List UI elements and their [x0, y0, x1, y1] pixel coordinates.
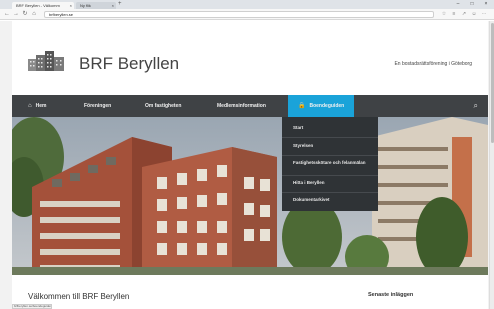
url-text: brfberyllen.se — [49, 12, 74, 17]
website: BRF Beryllen En bostadsrättsförening i G… — [12, 21, 488, 309]
home-icon: ⌂ — [28, 103, 32, 109]
site-title[interactable]: BRF Beryllen — [79, 54, 179, 74]
forward-icon[interactable]: → — [12, 10, 20, 19]
hero-image — [12, 117, 488, 275]
close-tab-icon[interactable]: × — [112, 2, 114, 9]
page-scrollbar[interactable] — [489, 21, 494, 309]
lock-icon: 🔒 — [298, 103, 306, 109]
url-input[interactable]: brfberyllen.se — [44, 11, 434, 18]
nav-item-boendeguiden[interactable]: 🔒 Boendeguiden — [288, 95, 355, 117]
more-icon[interactable]: ⋯ — [480, 10, 488, 19]
nav-item-medlemsinformation[interactable]: Medlemsinformation — [217, 95, 266, 117]
status-bar: brfberyllen.se/boendeguiden/ — [12, 304, 52, 309]
reload-icon[interactable]: ↻ — [21, 10, 29, 19]
dropdown-item-styrelsen[interactable]: Styrelsen — [293, 143, 373, 149]
back-icon[interactable]: ← — [3, 10, 11, 19]
nav-item-foreningen[interactable]: Föreningen — [84, 95, 111, 117]
nav-label: Boendeguiden — [309, 103, 345, 109]
favorites-icon[interactable]: ≡ — [450, 10, 458, 19]
tab-title: Ny flik — [80, 3, 91, 8]
dropdown-divider — [282, 155, 378, 156]
close-tab-icon[interactable]: × — [70, 2, 72, 9]
close-icon[interactable]: × — [480, 0, 492, 9]
browser-tab-inactive[interactable]: Ny flik × — [76, 2, 116, 9]
browser-tab-bar: BRF Beryllen - Välkomm × Ny flik × + – □… — [0, 0, 494, 9]
nav-item-hem[interactable]: ⌂ Hem — [28, 95, 46, 117]
tab-title: BRF Beryllen - Välkomm — [16, 3, 60, 8]
page-viewport: BRF Beryllen En bostadsrättsförening i G… — [0, 21, 494, 309]
dropdown-divider — [282, 192, 378, 193]
dropdown-divider — [282, 175, 378, 176]
address-bar: ← → ↻ ⌂ brfberyllen.se ☆ ≡ ↗ ☺ ⋯ — [0, 9, 494, 20]
dropdown-item-start[interactable]: Start — [293, 125, 373, 131]
dropdown-divider — [282, 137, 378, 138]
nav-label: Hem — [35, 103, 47, 109]
dropdown-item-dokumentarkivet[interactable]: Dokumentarkivet — [293, 197, 373, 203]
recent-posts-heading: Senaste inläggen — [368, 292, 414, 298]
boendeguiden-dropdown: Start Styrelsen Fastighetsskötare och fe… — [282, 117, 378, 211]
building-logo[interactable] — [28, 49, 66, 71]
nav-label: Om fastigheten — [145, 103, 182, 109]
minimize-icon[interactable]: – — [452, 0, 464, 9]
nav-label: Medlemsinformation — [217, 103, 266, 109]
browser-tab-active[interactable]: BRF Beryllen - Välkomm × — [12, 2, 74, 9]
welcome-heading: Välkommen till BRF Beryllen — [28, 292, 130, 301]
site-header: BRF Beryllen En bostadsrättsförening i G… — [12, 21, 488, 95]
search-icon[interactable]: ⌕ — [474, 95, 478, 117]
nav-label: Föreningen — [84, 103, 112, 109]
site-tagline: En bostadsrättsförening i Göteborg — [394, 61, 472, 67]
home-button-icon[interactable]: ⌂ — [30, 10, 38, 19]
bookmark-star-icon[interactable]: ☆ — [440, 10, 448, 19]
main-nav: ⌂ Hem Föreningen Om fastigheten Medlemsin… — [12, 95, 488, 117]
hero-photo — [12, 117, 488, 275]
profile-icon[interactable]: ☺ — [470, 10, 478, 19]
dropdown-item-fastighetsskotare[interactable]: Fastighetsskötare och felanmälan — [293, 160, 373, 166]
nav-item-om-fastigheten[interactable]: Om fastigheten — [145, 95, 181, 117]
dropdown-item-hitta[interactable]: Hitta i Beryllen — [293, 180, 373, 186]
share-icon[interactable]: ↗ — [460, 10, 468, 19]
maximize-icon[interactable]: □ — [466, 0, 478, 9]
main-content: Välkommen till BRF Beryllen Senaste inlä… — [12, 275, 488, 309]
new-tab-icon[interactable]: + — [118, 1, 122, 7]
